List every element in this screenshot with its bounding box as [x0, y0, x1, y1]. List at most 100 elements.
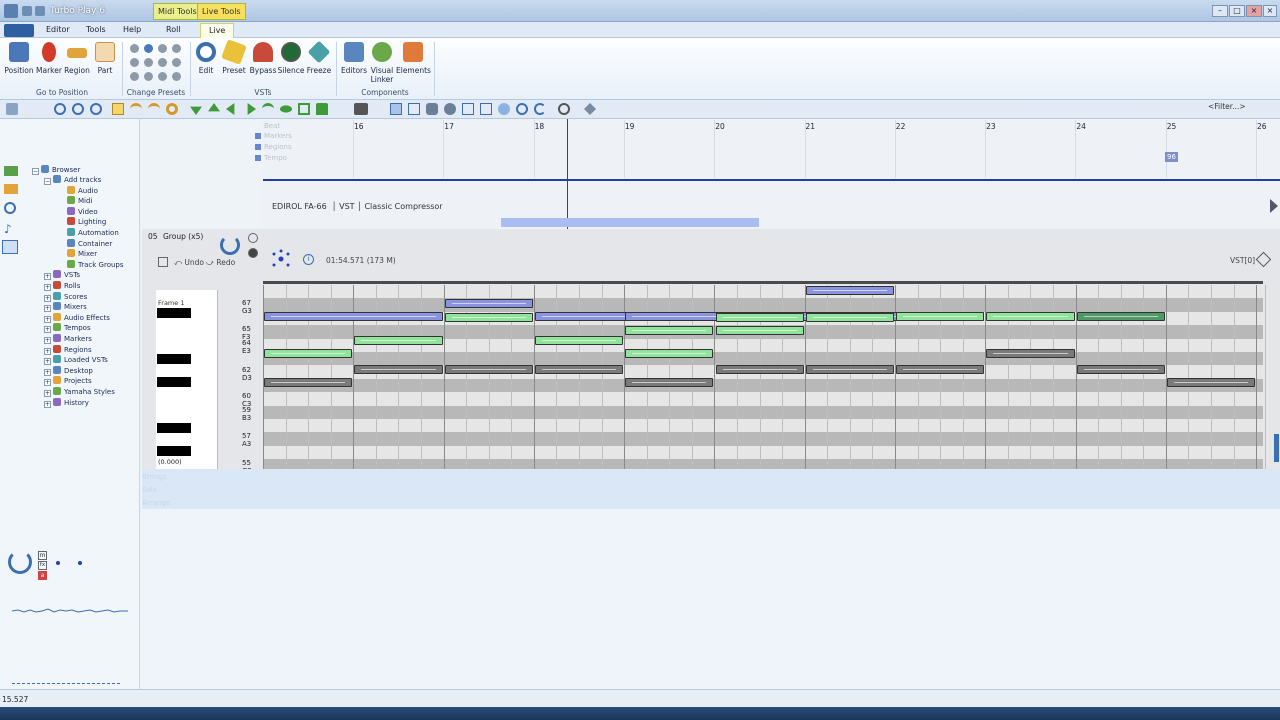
- editors-button[interactable]: Editors: [340, 42, 368, 75]
- redo-button[interactable]: ⤻ Redo: [206, 258, 235, 268]
- expand-toggle-icon[interactable]: +: [44, 273, 51, 281]
- zoom-in-icon[interactable]: [54, 103, 66, 115]
- tree-item-add-tracks[interactable]: − Add tracks: [44, 175, 101, 185]
- ruler-tick-label[interactable]: 20: [715, 122, 725, 131]
- file-menu-button[interactable]: [4, 24, 34, 37]
- black-key[interactable]: [157, 446, 191, 456]
- tree-item-scores[interactable]: + Scores: [44, 291, 87, 302]
- menu-editor[interactable]: Editor: [46, 25, 70, 38]
- black-key[interactable]: [157, 308, 191, 318]
- snap-icon[interactable]: [480, 103, 492, 115]
- piano-roll-grid[interactable]: [263, 285, 1263, 469]
- preset-icon[interactable]: [130, 44, 139, 53]
- midi-note[interactable]: [264, 312, 443, 321]
- vertical-scrollbar[interactable]: [1265, 285, 1273, 469]
- tree-item-rolls[interactable]: + Rolls: [44, 281, 80, 291]
- mute-button[interactable]: m: [38, 551, 47, 560]
- preset-icon[interactable]: [158, 44, 167, 53]
- midi-note[interactable]: [805, 312, 895, 322]
- vst-label[interactable]: VST: [339, 202, 354, 211]
- box-icon[interactable]: [298, 103, 310, 115]
- preset-icon[interactable]: [172, 72, 181, 81]
- tree-item-projects[interactable]: + Projects: [44, 376, 92, 387]
- maximize-button[interactable]: □: [1229, 5, 1245, 17]
- preset-icon[interactable]: [144, 58, 153, 67]
- tree-item-audio[interactable]: Audio: [58, 185, 98, 196]
- menu-roll[interactable]: Roll: [166, 25, 181, 38]
- midi-note[interactable]: [625, 326, 714, 336]
- expand-toggle-icon[interactable]: +: [44, 358, 51, 366]
- tree-item-lighting[interactable]: Lighting: [58, 217, 106, 227]
- preset-icon[interactable]: [130, 58, 139, 67]
- tree-item-loaded-vsts[interactable]: + Loaded VSTs: [44, 355, 108, 366]
- redo-icon[interactable]: [148, 103, 160, 115]
- arrange-view-icon[interactable]: [390, 103, 402, 115]
- midi-note[interactable]: [444, 365, 533, 375]
- part-button[interactable]: Part: [92, 42, 118, 75]
- expand-toggle-icon[interactable]: +: [44, 326, 51, 334]
- black-key[interactable]: [157, 354, 191, 364]
- draw-tool-icon[interactable]: [426, 103, 438, 115]
- tree-item-audio-effects[interactable]: + Audio Effects: [44, 312, 110, 323]
- zoom-out-icon[interactable]: [72, 103, 84, 115]
- rotate-icon[interactable]: [262, 103, 274, 115]
- ruler-tick-label[interactable]: 16: [354, 122, 364, 131]
- tree-item-tempos[interactable]: + Tempos: [44, 323, 91, 334]
- ruler-tick-label[interactable]: 24: [1076, 122, 1086, 131]
- midi-note[interactable]: [715, 312, 804, 322]
- expand-toggle-icon[interactable]: +: [44, 337, 51, 344]
- expand-toggle-icon[interactable]: +: [44, 390, 51, 397]
- expand-toggle-icon[interactable]: +: [44, 294, 51, 302]
- black-key[interactable]: [157, 423, 191, 433]
- midi-note[interactable]: [1076, 365, 1165, 375]
- close-doc-icon[interactable]: ×: [1263, 5, 1277, 17]
- expand-toggle-icon[interactable]: +: [44, 379, 51, 387]
- track-knob[interactable]: [220, 235, 240, 255]
- menu-help[interactable]: Help: [123, 25, 141, 38]
- info-icon[interactable]: i: [303, 254, 314, 265]
- position-button[interactable]: Position: [4, 42, 34, 75]
- grid-icon[interactable]: [462, 103, 474, 115]
- midi-note[interactable]: [986, 348, 1075, 358]
- keyboard-icon[interactable]: [354, 103, 368, 115]
- lock-icon[interactable]: [316, 103, 328, 115]
- preset-icon[interactable]: [144, 72, 153, 81]
- tree-item-track-groups[interactable]: Track Groups: [58, 259, 124, 270]
- snowflake-icon[interactable]: [270, 249, 292, 269]
- freeze-button[interactable]: Freeze: [305, 40, 333, 75]
- preset-button[interactable]: Preset: [221, 39, 247, 75]
- pointer-tool-icon[interactable]: [6, 103, 18, 115]
- midi-note[interactable]: [896, 312, 985, 321]
- track-name[interactable]: Group (x5): [163, 232, 203, 241]
- tree-item-automation[interactable]: Automation: [58, 228, 119, 238]
- tree-item-desktop[interactable]: + Desktop: [44, 365, 93, 376]
- preset-icon[interactable]: [144, 44, 153, 53]
- lock-icon[interactable]: [158, 257, 168, 267]
- region-button[interactable]: Region: [63, 42, 91, 75]
- midi-note[interactable]: [625, 378, 714, 388]
- list-view-icon[interactable]: [408, 103, 420, 115]
- edit-button[interactable]: Edit: [194, 42, 218, 75]
- lane-marker-icon[interactable]: [255, 144, 261, 150]
- midi-note[interactable]: [444, 312, 533, 322]
- tab-live-tools[interactable]: Live Tools: [197, 3, 246, 20]
- undo-icon[interactable]: [130, 103, 142, 115]
- loop-icon[interactable]: [166, 103, 178, 115]
- workspace-scroll-thumb[interactable]: [1274, 434, 1279, 462]
- expand-toggle-icon[interactable]: +: [44, 400, 51, 408]
- expand-toggle-icon[interactable]: +: [44, 368, 51, 376]
- diamond-icon[interactable]: [280, 105, 292, 113]
- ruler-tick-label[interactable]: 17: [444, 122, 454, 131]
- app-icon[interactable]: [4, 4, 18, 18]
- quick-access-icon[interactable]: [22, 6, 32, 16]
- filter-dropdown[interactable]: <Filter...>: [1208, 102, 1278, 114]
- midi-note[interactable]: [534, 365, 624, 375]
- midi-note[interactable]: [625, 348, 714, 358]
- undo-button[interactable]: ⤺ Undo: [174, 258, 204, 268]
- eraser-icon[interactable]: [444, 103, 456, 115]
- ruler-tick-label[interactable]: 26: [1257, 122, 1267, 131]
- arm-button[interactable]: a: [38, 571, 47, 580]
- track-label-arrange[interactable]: Arrange: [142, 499, 170, 507]
- expand-toggle-icon[interactable]: +: [44, 347, 51, 355]
- tree-item-container[interactable]: Container: [58, 238, 112, 249]
